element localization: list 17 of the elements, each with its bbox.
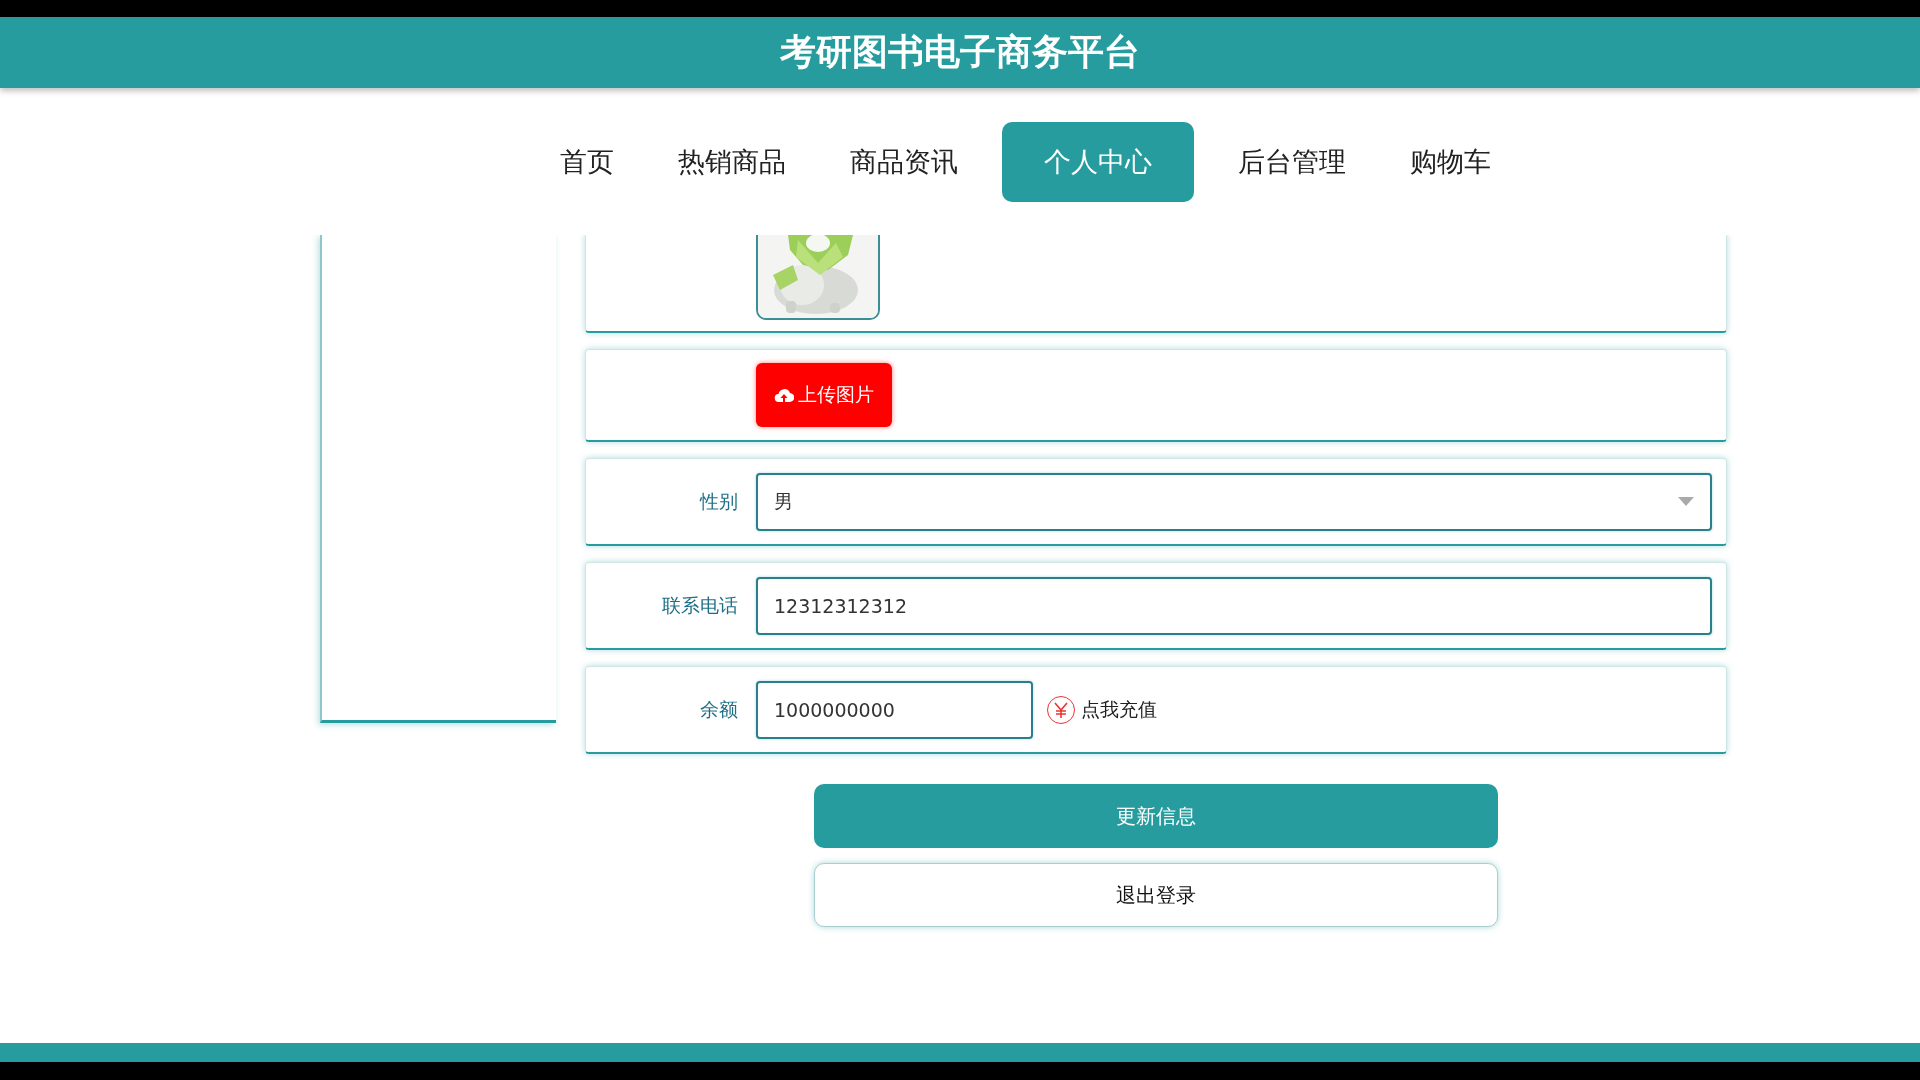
nav-tab[interactable]: 后台管理 xyxy=(1217,122,1366,202)
caret-icon xyxy=(1678,497,1694,506)
balance-input-field[interactable]: 1000000000 xyxy=(756,680,1033,739)
field-label: 余额 xyxy=(699,696,739,722)
nav-tab[interactable]: 购物车 xyxy=(1389,122,1511,202)
select-field[interactable]: 男 xyxy=(756,472,1712,531)
upload-button[interactable]: 上传图片 xyxy=(756,363,892,427)
nav-tab[interactable]: 首页 xyxy=(539,122,634,202)
field-label: 联系电话 xyxy=(661,592,739,618)
phone-input-field[interactable]: 12312312312 xyxy=(756,576,1712,635)
logout-button[interactable]: 退出登录 xyxy=(814,863,1498,927)
recharge-link[interactable]: 点我充值 xyxy=(1047,695,1157,724)
cloud-upload-icon xyxy=(774,387,794,403)
nav-tab[interactable]: 热销商品 xyxy=(657,122,806,202)
field-label: 性别 xyxy=(698,488,739,514)
site-title: 考研图书电子商务平台 xyxy=(780,30,1140,74)
nav-tab[interactable]: 商品资讯 xyxy=(829,122,978,202)
